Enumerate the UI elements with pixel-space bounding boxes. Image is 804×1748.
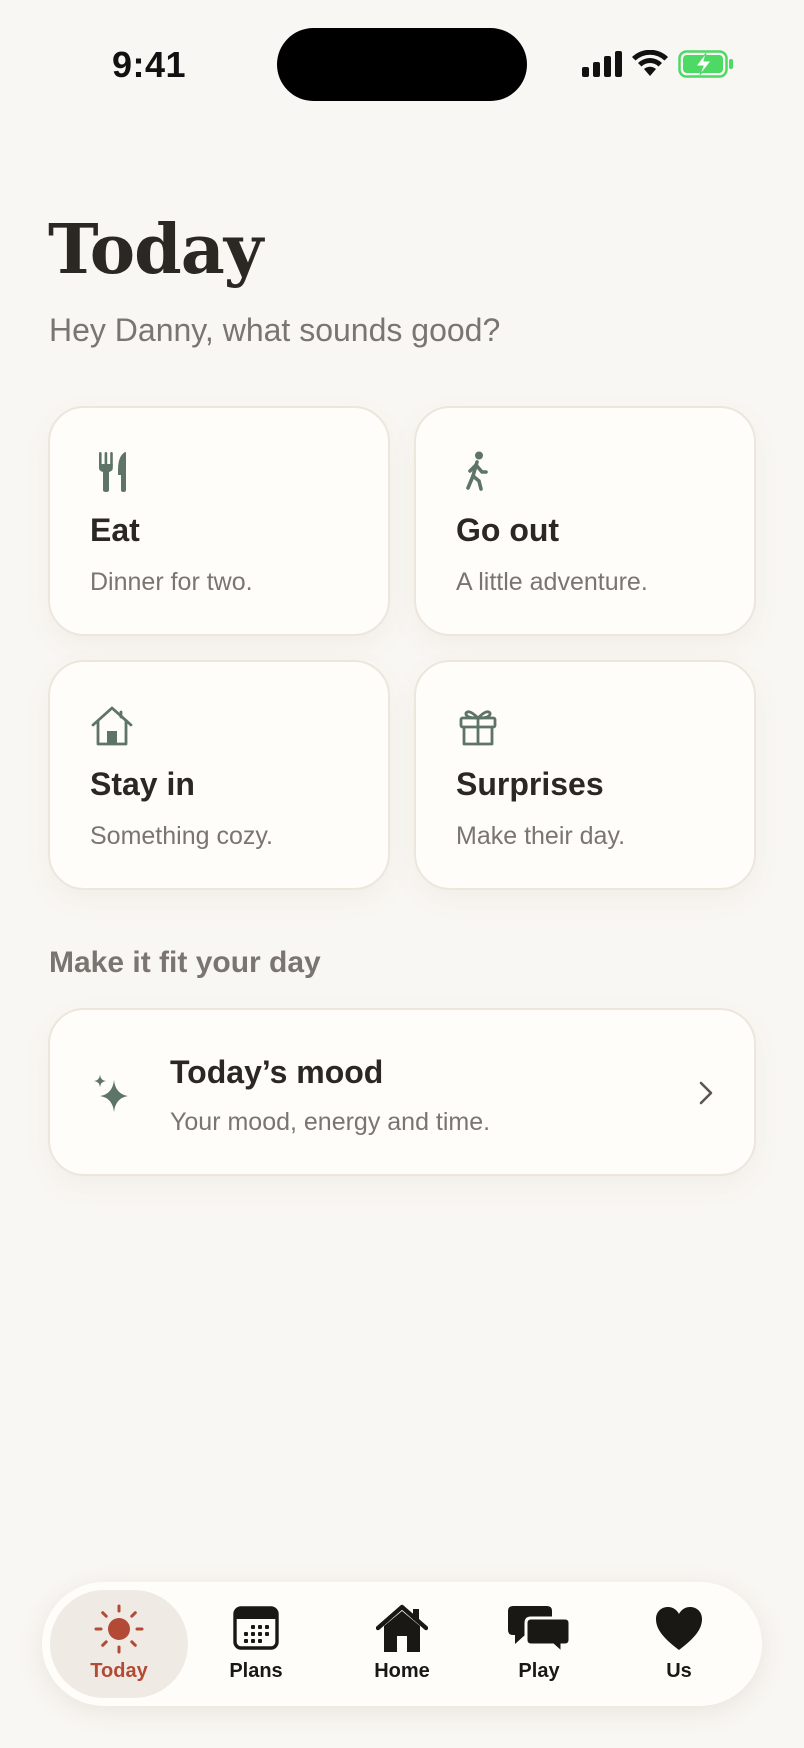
tab-us[interactable]: Us — [610, 1590, 748, 1698]
card-description: A little adventure. — [456, 568, 648, 596]
todays-mood-card[interactable]: Today’s mood Your mood, energy and time. — [48, 1008, 756, 1176]
status-icons — [582, 50, 734, 78]
card-description: Something cozy. — [90, 822, 273, 850]
wifi-icon — [632, 50, 668, 76]
tab-plans[interactable]: Plans — [187, 1590, 325, 1698]
tab-today[interactable]: Today — [50, 1590, 188, 1698]
house-icon — [376, 1604, 428, 1652]
page-title: Today — [48, 210, 263, 290]
sun-icon — [94, 1604, 144, 1654]
section-label: Make it fit your day — [49, 946, 321, 979]
tab-bar: Today Plans Home Play Us — [42, 1582, 762, 1706]
house-icon — [91, 706, 133, 746]
card-description: Dinner for two. — [90, 568, 253, 596]
tab-label: Play — [518, 1660, 560, 1682]
today-screen: 9:41 Today Hey Danny, what sounds good? — [0, 0, 804, 1748]
card-description: Make their day. — [456, 822, 626, 850]
tab-label: Us — [666, 1660, 692, 1682]
tab-label: Today — [90, 1660, 148, 1682]
chevron-right-icon — [699, 1081, 713, 1105]
status-time: 9:41 — [112, 44, 187, 85]
cellular-signal-icon — [582, 51, 622, 77]
sparkles-icon — [94, 1075, 128, 1112]
walking-person-icon — [466, 451, 488, 491]
category-card-surprises[interactable]: Surprises Make their day. — [414, 660, 756, 890]
card-title: Surprises — [456, 766, 604, 802]
chat-bubbles-icon — [508, 1606, 571, 1654]
mood-description: Your mood, energy and time. — [170, 1108, 491, 1136]
card-title: Stay in — [90, 766, 195, 802]
dynamic-island — [277, 28, 527, 101]
category-grid: Eat Dinner for two. Go out A little adve… — [48, 406, 756, 890]
category-card-go-out[interactable]: Go out A little adventure. — [414, 406, 756, 636]
category-card-stay-in[interactable]: Stay in Something cozy. — [48, 660, 390, 890]
page-subtitle: Hey Danny, what sounds good? — [49, 312, 501, 348]
gift-icon — [459, 710, 497, 746]
card-title: Go out — [456, 512, 560, 548]
tab-home[interactable]: Home — [333, 1590, 471, 1698]
tab-label: Plans — [229, 1660, 283, 1682]
calendar-icon — [233, 1606, 279, 1650]
mood-title: Today’s mood — [170, 1054, 384, 1090]
battery-charging-icon — [678, 50, 733, 78]
heart-icon — [656, 1607, 702, 1650]
card-title: Eat — [90, 512, 140, 548]
tab-label: Home — [374, 1660, 430, 1682]
tab-play[interactable]: Play — [470, 1590, 608, 1698]
category-card-eat[interactable]: Eat Dinner for two. — [48, 406, 390, 636]
fork-knife-icon — [99, 452, 126, 492]
